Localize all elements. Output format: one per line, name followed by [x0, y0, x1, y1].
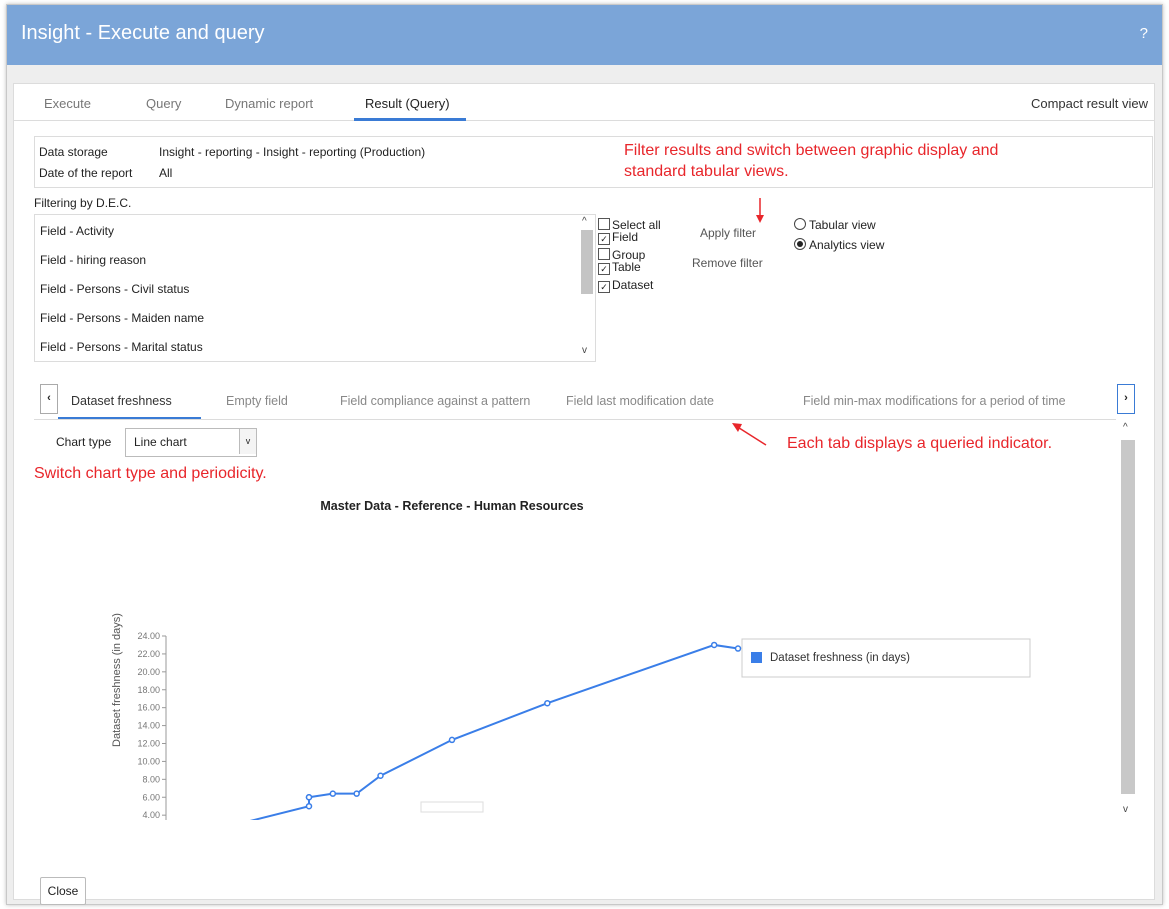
dialog-body: Execute Query Dynamic report Result (Que…: [7, 65, 1162, 905]
indicator-tabs: ‹ Dataset freshness Empty field Field co…: [34, 384, 1154, 420]
filter-label: Filtering by D.E.C.: [34, 196, 132, 210]
y-tick-label: 12.00: [137, 739, 160, 749]
scroll-up-icon[interactable]: ^: [582, 216, 587, 227]
chart-title: Master Data - Reference - Human Resource…: [320, 499, 583, 513]
y-tick-label: 22.00: [137, 649, 160, 659]
y-tick-label: 24.00: [137, 631, 160, 641]
active-tab-indicator: [354, 118, 466, 121]
checkbox-table[interactable]: ✓ Table: [598, 261, 641, 275]
data-point: [377, 772, 384, 779]
checkbox-icon[interactable]: [598, 218, 610, 230]
compact-result-view-link[interactable]: Compact result view: [1031, 96, 1148, 111]
tabs-next-button[interactable]: ›: [1117, 384, 1135, 414]
y-tick-label: 6.00: [142, 792, 160, 802]
chart-area: Chart type Line chart v Each tab display…: [14, 420, 1134, 820]
list-item[interactable]: Field - hiring reason: [40, 253, 146, 267]
tab-query[interactable]: Query: [146, 96, 181, 111]
data-point: [544, 699, 551, 707]
data-point: [305, 802, 313, 810]
data-point: [329, 790, 337, 797]
series-line: [249, 643, 739, 820]
line-chart: Master Data - Reference - Human Resource…: [111, 423, 1031, 820]
checkbox-checked-icon[interactable]: ✓: [598, 233, 610, 245]
y-tick-label: 14.00: [137, 721, 160, 731]
list-item[interactable]: Field - Persons - Marital status: [40, 340, 203, 354]
radio-label: Tabular view: [809, 218, 876, 232]
data-storage-value: Insight - reporting - Insight - reportin…: [159, 145, 426, 159]
y-tick-label: 8.00: [142, 774, 160, 784]
dec-listbox[interactable]: Field - Activity Field - hiring reason F…: [34, 214, 596, 362]
title-bar: Insight - Execute and query ?: [7, 5, 1162, 65]
radio-icon[interactable]: [794, 218, 806, 230]
checkbox-dataset[interactable]: ✓ Dataset: [598, 279, 653, 293]
report-date-label: Date of the report: [39, 166, 133, 180]
scroll-up-icon[interactable]: ^: [1123, 422, 1128, 433]
checkbox-checked-icon[interactable]: ✓: [598, 281, 610, 293]
listbox-scrollbar[interactable]: ^ v: [579, 215, 595, 361]
y-tick-label: 20.00: [137, 667, 160, 677]
y-tick-label: 18.00: [137, 685, 160, 695]
tab-execute[interactable]: Execute: [44, 96, 91, 111]
checkbox-checked-icon[interactable]: ✓: [598, 263, 610, 275]
help-icon[interactable]: ?: [1140, 25, 1148, 42]
y-tick-label: 4.00: [142, 810, 160, 820]
data-point: [448, 736, 456, 744]
legend-label: Dataset freshness (in days): [770, 652, 910, 664]
annotation-arrowhead: [732, 423, 742, 432]
tabs-prev-button[interactable]: ‹: [40, 384, 58, 414]
list-item[interactable]: Field - Activity: [40, 224, 114, 238]
annotation-arrow: [735, 425, 767, 446]
report-date-value: All: [159, 166, 173, 180]
tab-field-last-modification[interactable]: Field last modification date: [566, 394, 714, 408]
tab-empty-field[interactable]: Empty field: [226, 394, 288, 408]
annotation-filter: Filter results and switch between graphi…: [624, 142, 999, 180]
checkbox-icon[interactable]: [598, 248, 610, 260]
tab-field-compliance[interactable]: Field compliance against a pattern: [340, 394, 530, 408]
y-axis-label: Dataset freshness (in days): [111, 613, 123, 747]
data-storage-label: Data storage: [39, 145, 108, 159]
window-title: Insight - Execute and query: [21, 22, 265, 44]
checkbox-label: Field: [612, 230, 639, 244]
radio-label: Analytics view: [809, 238, 885, 252]
top-tabs: Execute Query Dynamic report Result (Que…: [14, 84, 1154, 121]
legend-swatch: [751, 652, 762, 663]
tab-field-min-max[interactable]: Field min-max modifications for a period…: [803, 394, 1066, 408]
close-button[interactable]: Close: [40, 877, 86, 905]
radio-tabular-view[interactable]: Tabular view: [794, 218, 876, 232]
remove-filter-button[interactable]: Remove filter: [692, 256, 763, 270]
checkbox-label: Dataset: [612, 278, 654, 292]
list-item[interactable]: Field - Persons - Civil status: [40, 282, 189, 296]
scroll-thumb[interactable]: [581, 230, 593, 294]
tab-dataset-freshness[interactable]: Dataset freshness: [71, 394, 172, 408]
scroll-down-icon[interactable]: v: [582, 345, 587, 356]
data-point: [710, 641, 718, 649]
data-point: [734, 645, 742, 652]
y-tick-label: 10.00: [137, 756, 160, 766]
tab-result-query[interactable]: Result (Query): [365, 96, 450, 111]
dialog: Insight - Execute and query ? Execute Qu…: [6, 4, 1163, 905]
data-point: [305, 794, 313, 801]
annotation-arrow-down: [756, 198, 764, 223]
data-point: [353, 790, 360, 797]
radio-analytics-view[interactable]: Analytics view: [794, 238, 884, 252]
tab-dynamic-report[interactable]: Dynamic report: [225, 96, 313, 111]
list-item[interactable]: Field - Persons - Maiden name: [40, 311, 204, 325]
radio-selected-icon[interactable]: [794, 238, 806, 250]
y-tick-label: 16.00: [137, 703, 160, 713]
legend: Dataset freshness (in days): [741, 638, 1031, 678]
result-panel: Execute Query Dynamic report Result (Que…: [13, 83, 1155, 905]
checkbox-field[interactable]: ✓ Field: [598, 231, 638, 245]
series: [249, 641, 742, 820]
chart-scrollbar[interactable]: ^ v: [1120, 420, 1136, 820]
apply-filter-button[interactable]: Apply filter: [700, 226, 756, 240]
scroll-thumb[interactable]: [1121, 440, 1135, 794]
y-axis: 0.002.004.006.008.0010.0012.0014.0016.00…: [137, 631, 167, 820]
checkbox-label: Table: [612, 260, 641, 274]
chart-scrollbar-handle[interactable]: [420, 801, 484, 813]
scroll-down-icon[interactable]: v: [1123, 804, 1128, 815]
